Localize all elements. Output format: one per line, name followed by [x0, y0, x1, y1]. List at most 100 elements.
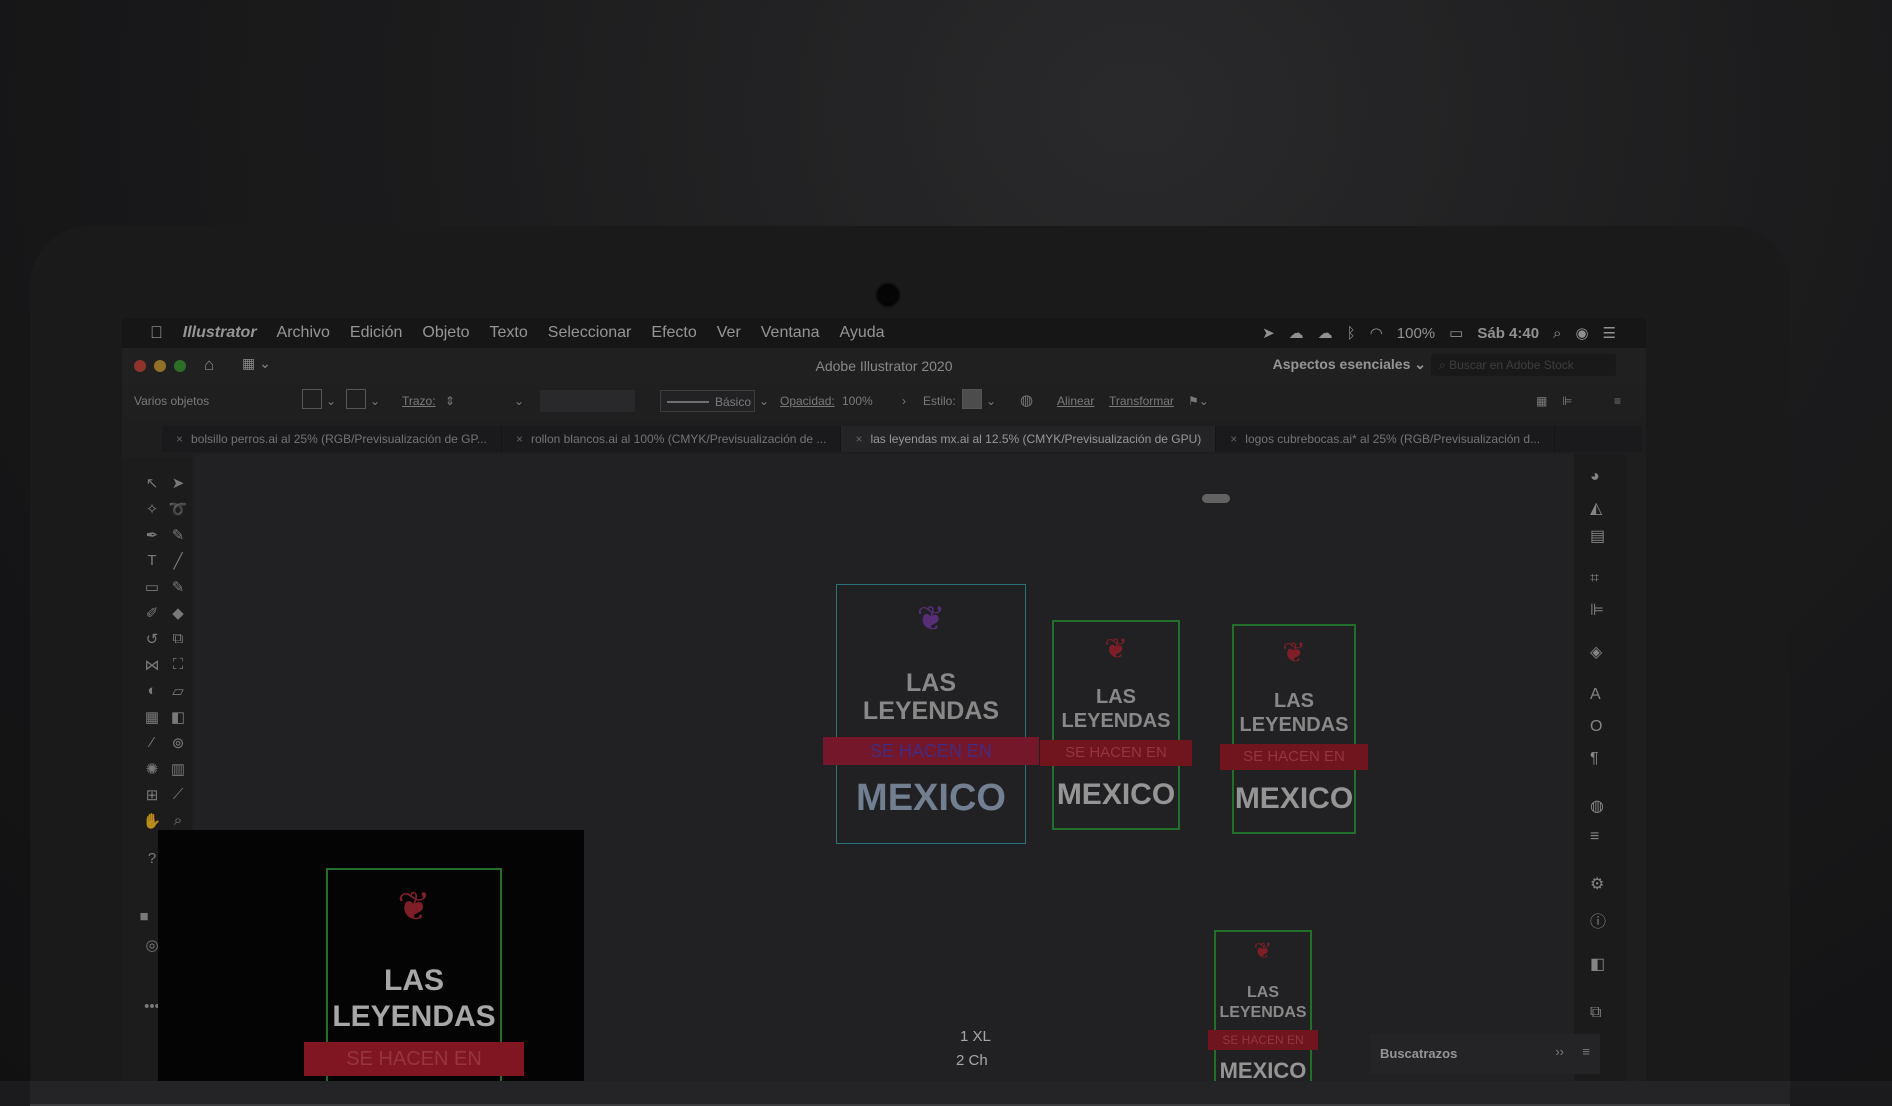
- collapse-icon[interactable]: ››: [1555, 1044, 1564, 1059]
- symbol-sprayer-icon[interactable]: ✺: [142, 760, 162, 778]
- magic-wand-icon[interactable]: ✧: [142, 500, 162, 518]
- appearance-icon[interactable]: ◍: [1590, 796, 1604, 816]
- logo-variant-3[interactable]: ❦ LAS LEYENDAS SE HACEN EN MEXICO: [1220, 624, 1368, 834]
- creative-cloud-icon[interactable]: ☁: [1289, 324, 1304, 342]
- pathfinder-title[interactable]: Buscatrazos: [1380, 1046, 1457, 1061]
- color-guide-icon[interactable]: ◭: [1590, 498, 1602, 518]
- hand-tool-icon[interactable]: ✋: [142, 812, 162, 830]
- gear-icon[interactable]: ⚙: [1590, 874, 1604, 894]
- isolate-icon[interactable]: ⚑⌄: [1188, 394, 1209, 408]
- logo-variant-2[interactable]: ❦ LAS LEYENDAS SE HACEN EN MEXICO: [1040, 620, 1192, 830]
- line-tool-icon[interactable]: ╱: [168, 552, 188, 570]
- rectangle-tool-icon[interactable]: ▭: [142, 578, 162, 596]
- align-link[interactable]: Alinear: [1057, 394, 1094, 408]
- gradient-tool-icon[interactable]: ◧: [168, 708, 188, 726]
- align-icon[interactable]: ⊫: [1590, 600, 1604, 620]
- tab-bolsillo-perros[interactable]: × bolsillo perros.ai al 25% (RGB/Previsua…: [162, 426, 502, 452]
- menu-efecto[interactable]: Efecto: [651, 324, 696, 342]
- fill-swatch[interactable]: [302, 389, 322, 409]
- clock[interactable]: Sáb 4:40: [1477, 325, 1539, 342]
- stroke-label[interactable]: Trazo:: [402, 394, 436, 408]
- eraser-tool-icon[interactable]: ◆: [168, 604, 188, 622]
- chevron-down-icon[interactable]: ⌄: [514, 394, 524, 408]
- menu-texto[interactable]: Texto: [490, 324, 528, 342]
- lasso-tool-icon[interactable]: ➰: [168, 500, 188, 518]
- recolor-artwork-icon[interactable]: ◍: [1020, 391, 1033, 409]
- menu-ventana[interactable]: Ventana: [761, 324, 820, 342]
- free-transform-icon[interactable]: ⛶: [168, 656, 188, 673]
- apple-icon[interactable]: : [150, 323, 163, 343]
- mesh-tool-icon[interactable]: ▦: [142, 708, 162, 726]
- width-tool-icon[interactable]: ⋈: [142, 656, 162, 674]
- logo-variant-4[interactable]: ❦ LAS LEYENDAS SE HACEN EN MEXICO: [1208, 930, 1318, 1081]
- opacity-label[interactable]: Opacidad:: [780, 394, 835, 408]
- transparency-icon[interactable]: ◧: [1590, 954, 1605, 974]
- transform-panel-icon[interactable]: ⌗: [1590, 570, 1599, 588]
- menu-edicion[interactable]: Edición: [350, 324, 402, 342]
- graphic-style-swatch[interactable]: [962, 389, 982, 409]
- direct-selection-tool-icon[interactable]: ➤: [168, 474, 188, 492]
- stroke-weight-stepper[interactable]: ⇕: [445, 394, 455, 408]
- workspace-switcher[interactable]: Aspectos esenciales ⌄: [1273, 356, 1426, 373]
- menu-ayuda[interactable]: Ayuda: [840, 324, 885, 342]
- chevron-down-icon[interactable]: ⌄: [370, 394, 380, 408]
- pathfinder-icon[interactable]: ⧉: [1590, 1004, 1601, 1022]
- menu-seleccionar[interactable]: Seleccionar: [548, 324, 632, 342]
- arrange-icon[interactable]: ▦: [1536, 394, 1547, 408]
- layers-icon[interactable]: ◈: [1590, 642, 1602, 662]
- cloud-upload-icon[interactable]: ☁: [1318, 324, 1333, 342]
- stock-search-input[interactable]: ⌕ Buscar en Adobe Stock: [1431, 354, 1616, 376]
- artboard-black[interactable]: ❦ LAS LEYENDAS SE HACEN EN: [158, 830, 584, 1081]
- paintbrush-tool-icon[interactable]: ✎: [168, 578, 188, 596]
- align-panel-icon[interactable]: ⊫: [1562, 394, 1572, 408]
- panel-menu-icon[interactable]: ≡: [1614, 394, 1621, 408]
- rotate-tool-icon[interactable]: ↺: [142, 630, 162, 648]
- close-icon[interactable]: ×: [1230, 432, 1237, 446]
- battery-icon[interactable]: ▭: [1449, 324, 1463, 342]
- scale-tool-icon[interactable]: ⧉: [168, 630, 188, 647]
- shaper-tool-icon[interactable]: ✐: [142, 604, 162, 622]
- menu-illustrator[interactable]: Illustrator: [183, 324, 257, 342]
- selection-tool-icon[interactable]: ↖: [142, 474, 162, 492]
- character-icon[interactable]: A: [1590, 686, 1601, 704]
- eyedropper-icon[interactable]: ⁄: [142, 734, 162, 751]
- menu-objeto[interactable]: Objeto: [422, 324, 469, 342]
- info-icon[interactable]: ⓘ: [1590, 908, 1606, 932]
- slice-tool-icon[interactable]: ⟋: [168, 786, 188, 803]
- tab-logos-cubrebocas[interactable]: × logos cubrebocas.ai* al 25% (RGB/Previs…: [1216, 426, 1556, 452]
- type-tool-icon[interactable]: T: [142, 552, 162, 569]
- menu-ver[interactable]: Ver: [717, 324, 741, 342]
- transform-link[interactable]: Transformar: [1109, 394, 1174, 408]
- paragraph-icon[interactable]: ¶: [1590, 750, 1599, 768]
- graph-tool-icon[interactable]: ▥: [168, 760, 188, 778]
- chevron-down-icon[interactable]: ⌄: [759, 394, 769, 408]
- perspective-grid-icon[interactable]: ▱: [168, 682, 188, 700]
- tab-las-leyendas[interactable]: × las leyendas mx.ai al 12.5% (CMYK/Previ…: [841, 426, 1217, 452]
- curvature-tool-icon[interactable]: ✎: [168, 526, 188, 544]
- chevron-right-icon[interactable]: ›: [902, 394, 906, 408]
- close-icon[interactable]: ×: [516, 432, 523, 446]
- tab-rollon-blancos[interactable]: × rollon blancos.ai al 100% (CMYK/Previsu…: [502, 426, 842, 452]
- stroke-swatch[interactable]: [346, 389, 366, 409]
- zoom-tool-icon[interactable]: ⌕: [168, 812, 188, 829]
- swatches-icon[interactable]: ▤: [1590, 526, 1605, 546]
- menu-archivo[interactable]: Archivo: [277, 324, 330, 342]
- search-icon[interactable]: ⌕: [1553, 325, 1561, 342]
- pen-tool-icon[interactable]: ✒: [142, 526, 162, 544]
- location-icon[interactable]: ➤: [1262, 324, 1275, 342]
- color-mode-icon[interactable]: ■: [134, 908, 154, 925]
- variable-width-field[interactable]: [540, 390, 635, 412]
- chevron-down-icon[interactable]: ⌄: [326, 394, 336, 408]
- notification-list-icon[interactable]: ☰: [1603, 324, 1616, 342]
- close-icon[interactable]: ×: [176, 432, 183, 446]
- panel-menu-icon[interactable]: ≡: [1582, 1044, 1590, 1059]
- blend-tool-icon[interactable]: ⊚: [168, 734, 188, 752]
- color-panel-icon[interactable]: ◕: [1590, 468, 1600, 486]
- logo-selected[interactable]: ❦ LAS LEYENDAS SE HACEN EN MEXICO: [823, 584, 1039, 844]
- wifi-icon[interactable]: ◠: [1370, 324, 1383, 342]
- shape-builder-icon[interactable]: ◐: [142, 682, 162, 699]
- bluetooth-icon[interactable]: ᛒ: [1347, 325, 1356, 342]
- chevron-down-icon[interactable]: ⌄: [986, 394, 996, 408]
- stroke-panel-icon[interactable]: ≡: [1590, 828, 1599, 846]
- artboard-tool-icon[interactable]: ⊞: [142, 786, 162, 804]
